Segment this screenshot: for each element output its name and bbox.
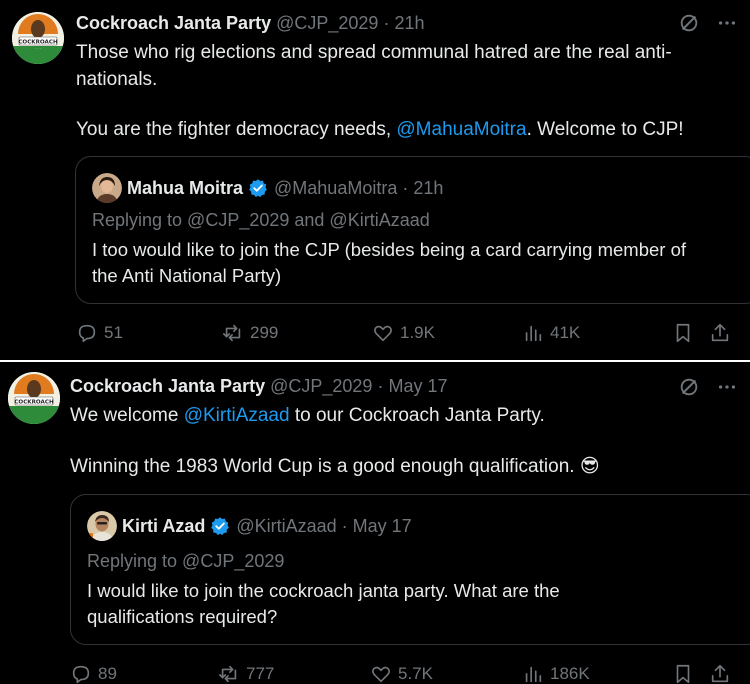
quoted-text-line: qualifications required? — [87, 606, 278, 627]
quoted-text: I too would like to join the CJP (beside… — [92, 237, 742, 289]
views-count: 41K — [550, 323, 581, 342]
like-icon — [372, 666, 390, 683]
quoted-author-handle[interactable]: @KirtiAzaad — [236, 515, 336, 537]
author-handle[interactable]: @CJP_2029 — [270, 376, 372, 396]
views-count: 186K — [550, 664, 590, 683]
bookmark-icon — [676, 664, 690, 684]
svg-text:COCKROACH: COCKROACH — [18, 40, 58, 46]
like-icon — [374, 325, 392, 342]
reply-count: 89 — [98, 664, 117, 683]
repost-count: 777 — [246, 664, 275, 683]
party-logo-icon: COCKROACH · · · — [12, 12, 64, 64]
quoted-author-name[interactable]: Kirti Azad — [122, 515, 205, 537]
more-icon[interactable] — [716, 376, 738, 398]
repost-button[interactable]: 777 — [218, 663, 274, 684]
repost-count: 299 — [250, 323, 279, 342]
mention-link[interactable]: @MahuaMoitra — [396, 119, 526, 140]
reply-count: 51 — [104, 323, 123, 342]
tweet-header: Cockroach Janta Party @CJP_2029 · 21h — [76, 12, 425, 34]
views-icon — [525, 666, 542, 683]
bookmark-button[interactable] — [672, 663, 694, 684]
repost-button[interactable]: 299 — [222, 322, 278, 344]
grok-icon[interactable] — [678, 376, 700, 398]
tweet-text: We welcome @KirtiAzaad to our Cockroach … — [70, 402, 740, 480]
like-button[interactable]: 5.7K — [370, 663, 433, 684]
reply-icon — [72, 665, 90, 684]
bookmark-icon — [676, 323, 690, 343]
quoted-timestamp[interactable]: · 21h — [402, 177, 443, 199]
author-handle[interactable]: @CJP_2029 — [276, 13, 378, 33]
quoted-author-handle[interactable]: @MahuaMoitra — [274, 177, 397, 199]
tweet[interactable]: COCKROACH · · · Cockroach Janta Party @C… — [0, 0, 750, 360]
reply-icon — [78, 324, 96, 343]
tweet-header: Cockroach Janta Party @CJP_2029 · May 17 — [70, 375, 448, 397]
quoted-avatar[interactable] — [92, 173, 122, 203]
quoted-avatar[interactable] — [87, 511, 117, 541]
timestamp[interactable]: · May 17 — [377, 376, 447, 396]
timestamp[interactable]: · 21h — [383, 13, 424, 33]
repost-icon — [223, 324, 241, 342]
share-icon — [711, 664, 729, 683]
tweet-text-line: Those who rig elections and spread commu… — [76, 42, 672, 63]
quoted-tweet[interactable]: Kirti Azad @KirtiAzaad · May 17 Replying… — [70, 494, 750, 645]
share-icon — [711, 323, 729, 342]
quoted-header: Mahua Moitra @MahuaMoitra · 21h — [127, 177, 443, 199]
reply-button[interactable]: 89 — [70, 663, 117, 684]
author-name[interactable]: Cockroach Janta Party — [76, 13, 271, 33]
svg-text:COCKROACH: COCKROACH — [14, 400, 54, 406]
replying-to: Replying to @CJP_2029 and @KirtiAzaad — [92, 210, 430, 230]
share-button[interactable] — [709, 322, 731, 344]
quoted-timestamp[interactable]: · May 17 — [342, 515, 412, 537]
grok-icon[interactable] — [678, 12, 700, 34]
quoted-text-line: I too would like to join the CJP (beside… — [92, 239, 687, 260]
share-button[interactable] — [709, 663, 731, 684]
avatar[interactable]: COCKROACH · · · — [12, 12, 64, 64]
action-bar: 51 299 1.9K 41K — [0, 320, 750, 346]
like-count: 1.9K — [400, 323, 435, 342]
repost-icon — [219, 665, 237, 683]
views-button[interactable]: 41K — [522, 322, 580, 344]
views-button[interactable]: 186K — [522, 663, 590, 684]
like-count: 5.7K — [398, 664, 433, 683]
tweet-top-actions — [678, 376, 738, 398]
quoted-header: Kirti Azad @KirtiAzaad · May 17 — [122, 515, 412, 537]
more-icon[interactable] — [716, 12, 738, 34]
party-logo-icon: COCKROACH — [8, 372, 60, 424]
replying-to: Replying to @CJP_2029 — [87, 551, 285, 571]
author-name[interactable]: Cockroach Janta Party — [70, 376, 265, 396]
avatar-photo-icon — [87, 511, 117, 541]
avatar-photo-icon — [92, 173, 122, 203]
svg-text:· · ·: · · · — [35, 47, 40, 51]
quoted-text-line: I would like to join the cockroach janta… — [87, 580, 560, 601]
quoted-author-name[interactable]: Mahua Moitra — [127, 177, 243, 199]
quoted-text-line: the Anti National Party) — [92, 265, 282, 286]
tweet-text-line: We welcome @KirtiAzaad to our Cockroach … — [70, 405, 545, 426]
verified-badge-icon — [211, 517, 230, 536]
tweet-text-line: You are the fighter democracy needs, @Ma… — [76, 119, 684, 140]
quoted-text: I would like to join the cockroach janta… — [87, 578, 747, 630]
tweet-text: Those who rig elections and spread commu… — [76, 39, 736, 143]
verified-badge-icon — [249, 179, 267, 198]
like-button[interactable]: 1.9K — [372, 322, 435, 344]
tweet[interactable]: COCKROACH Cockroach Janta Party @CJP_202… — [0, 362, 750, 684]
tweet-text-line: Winning the 1983 World Cup is a good eno… — [70, 456, 600, 477]
mention-link[interactable]: @KirtiAzaad — [184, 405, 290, 426]
tweet-top-actions — [678, 12, 738, 34]
tweet-text-line: nationals. — [76, 69, 158, 90]
avatar[interactable]: COCKROACH — [8, 372, 60, 424]
action-bar: 89 777 5.7K 186K — [0, 662, 750, 684]
views-icon — [525, 325, 542, 342]
quoted-tweet[interactable]: Mahua Moitra @MahuaMoitra · 21h Replying… — [75, 156, 750, 304]
bookmark-button[interactable] — [672, 322, 694, 344]
reply-button[interactable]: 51 — [76, 322, 123, 344]
